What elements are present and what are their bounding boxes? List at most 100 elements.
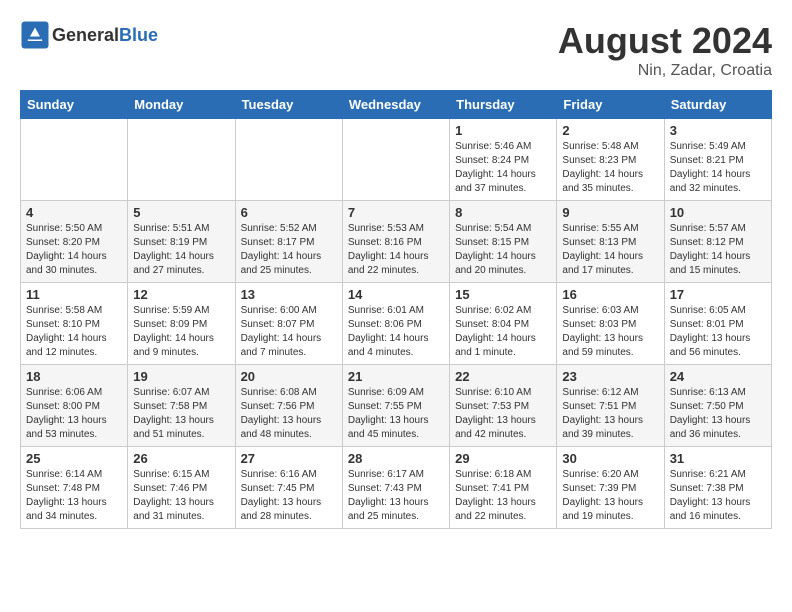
day-number: 14: [348, 287, 444, 302]
day-info: Sunrise: 5:50 AM Sunset: 8:20 PM Dayligh…: [26, 222, 122, 278]
logo-general: General: [52, 25, 119, 45]
calendar-cell: 18Sunrise: 6:06 AM Sunset: 8:00 PM Dayli…: [21, 365, 128, 447]
day-number: 2: [562, 123, 658, 138]
day-info: Sunrise: 5:58 AM Sunset: 8:10 PM Dayligh…: [26, 304, 122, 360]
calendar-cell: 11 Sunrise: 5:58 AM Sunset: 8:10 PM Dayli…: [21, 283, 128, 365]
day-info: Sunrise: 6:00 AM Sunset: 8:07 PM Dayligh…: [241, 304, 337, 360]
day-number: 4: [26, 205, 122, 220]
calendar-cell: 27Sunrise: 6:16 AM Sunset: 7:45 PM Dayli…: [235, 447, 342, 529]
calendar-cell: 8 Sunrise: 5:54 AM Sunset: 8:15 PM Daylig…: [450, 201, 557, 283]
day-info: Sunrise: 6:09 AM Sunset: 7:55 PM Dayligh…: [348, 386, 444, 442]
calendar-cell: 9 Sunrise: 5:55 AM Sunset: 8:13 PM Daylig…: [557, 201, 664, 283]
day-info: Sunrise: 6:12 AM Sunset: 7:51 PM Dayligh…: [562, 386, 658, 442]
day-number: 23: [562, 369, 658, 384]
calendar-cell: 24Sunrise: 6:13 AM Sunset: 7:50 PM Dayli…: [664, 365, 771, 447]
day-number: 13: [241, 287, 337, 302]
day-number: 31: [670, 451, 766, 466]
day-number: 8: [455, 205, 551, 220]
day-info: Sunrise: 5:55 AM Sunset: 8:13 PM Dayligh…: [562, 222, 658, 278]
day-number: 25: [26, 451, 122, 466]
day-number: 15: [455, 287, 551, 302]
calendar-cell: [128, 119, 235, 201]
day-number: 30: [562, 451, 658, 466]
calendar-cell: 21 Sunrise: 6:09 AM Sunset: 7:55 PM Dayli…: [342, 365, 449, 447]
day-info: Sunrise: 5:59 AM Sunset: 8:09 PM Dayligh…: [133, 304, 229, 360]
calendar-cell: [235, 119, 342, 201]
day-number: 3: [670, 123, 766, 138]
day-info: Sunrise: 6:03 AM Sunset: 8:03 PM Dayligh…: [562, 304, 658, 360]
calendar-week-2: 4 Sunrise: 5:50 AM Sunset: 8:20 PM Daylig…: [21, 201, 772, 283]
day-info: Sunrise: 5:57 AM Sunset: 8:12 PM Dayligh…: [670, 222, 766, 278]
day-info: Sunrise: 6:21 AM Sunset: 7:38 PM Dayligh…: [670, 468, 766, 524]
calendar-week-1: 1 Sunrise: 5:46 AM Sunset: 8:24 PM Daylig…: [21, 119, 772, 201]
day-number: 27: [241, 451, 337, 466]
day-number: 5: [133, 205, 229, 220]
day-number: 9: [562, 205, 658, 220]
title-section: August 2024 Nin, Zadar, Croatia: [558, 20, 772, 80]
day-info: Sunrise: 6:08 AM Sunset: 7:56 PM Dayligh…: [241, 386, 337, 442]
logo: GeneralBlue: [20, 20, 158, 50]
calendar-cell: 29Sunrise: 6:18 AM Sunset: 7:41 PM Dayli…: [450, 447, 557, 529]
calendar-cell: 31 Sunrise: 6:21 AM Sunset: 7:38 PM Dayli…: [664, 447, 771, 529]
day-info: Sunrise: 6:13 AM Sunset: 7:50 PM Dayligh…: [670, 386, 766, 442]
calendar-cell: 20 Sunrise: 6:08 AM Sunset: 7:56 PM Dayli…: [235, 365, 342, 447]
day-number: 12: [133, 287, 229, 302]
day-number: 1: [455, 123, 551, 138]
month-year-title: August 2024: [558, 20, 772, 62]
day-info: Sunrise: 6:14 AM Sunset: 7:48 PM Dayligh…: [26, 468, 122, 524]
day-info: Sunrise: 6:07 AM Sunset: 7:58 PM Dayligh…: [133, 386, 229, 442]
day-header-sunday: Sunday: [21, 91, 128, 119]
calendar-table: SundayMondayTuesdayWednesdayThursdayFrid…: [20, 90, 772, 529]
day-number: 16: [562, 287, 658, 302]
calendar-cell: 6Sunrise: 5:52 AM Sunset: 8:17 PM Daylig…: [235, 201, 342, 283]
day-header-monday: Monday: [128, 91, 235, 119]
day-number: 10: [670, 205, 766, 220]
calendar-cell: 10 Sunrise: 5:57 AM Sunset: 8:12 PM Dayli…: [664, 201, 771, 283]
calendar-week-4: 18Sunrise: 6:06 AM Sunset: 8:00 PM Dayli…: [21, 365, 772, 447]
day-info: Sunrise: 6:01 AM Sunset: 8:06 PM Dayligh…: [348, 304, 444, 360]
calendar-cell: [21, 119, 128, 201]
calendar-cell: 19 Sunrise: 6:07 AM Sunset: 7:58 PM Dayli…: [128, 365, 235, 447]
calendar-cell: 12 Sunrise: 5:59 AM Sunset: 8:09 PM Dayli…: [128, 283, 235, 365]
day-info: Sunrise: 6:17 AM Sunset: 7:43 PM Dayligh…: [348, 468, 444, 524]
calendar-cell: 13 Sunrise: 6:00 AM Sunset: 8:07 PM Dayli…: [235, 283, 342, 365]
calendar-cell: 14 Sunrise: 6:01 AM Sunset: 8:06 PM Dayli…: [342, 283, 449, 365]
logo-icon: [20, 20, 50, 50]
calendar-cell: 15Sunrise: 6:02 AM Sunset: 8:04 PM Dayli…: [450, 283, 557, 365]
day-number: 17: [670, 287, 766, 302]
calendar-cell: 22 Sunrise: 6:10 AM Sunset: 7:53 PM Dayli…: [450, 365, 557, 447]
day-info: Sunrise: 5:53 AM Sunset: 8:16 PM Dayligh…: [348, 222, 444, 278]
day-info: Sunrise: 5:54 AM Sunset: 8:15 PM Dayligh…: [455, 222, 551, 278]
day-info: Sunrise: 5:46 AM Sunset: 8:24 PM Dayligh…: [455, 140, 551, 196]
day-number: 28: [348, 451, 444, 466]
day-number: 21: [348, 369, 444, 384]
page-header: GeneralBlue August 2024 Nin, Zadar, Croa…: [20, 20, 772, 80]
day-info: Sunrise: 5:48 AM Sunset: 8:23 PM Dayligh…: [562, 140, 658, 196]
day-number: 19: [133, 369, 229, 384]
location-subtitle: Nin, Zadar, Croatia: [558, 62, 772, 80]
calendar-cell: 26Sunrise: 6:15 AM Sunset: 7:46 PM Dayli…: [128, 447, 235, 529]
day-info: Sunrise: 6:06 AM Sunset: 8:00 PM Dayligh…: [26, 386, 122, 442]
day-header-wednesday: Wednesday: [342, 91, 449, 119]
calendar-cell: 7 Sunrise: 5:53 AM Sunset: 8:16 PM Daylig…: [342, 201, 449, 283]
day-info: Sunrise: 5:51 AM Sunset: 8:19 PM Dayligh…: [133, 222, 229, 278]
day-number: 7: [348, 205, 444, 220]
calendar-cell: 16 Sunrise: 6:03 AM Sunset: 8:03 PM Dayli…: [557, 283, 664, 365]
calendar-cell: 1 Sunrise: 5:46 AM Sunset: 8:24 PM Daylig…: [450, 119, 557, 201]
day-info: Sunrise: 6:18 AM Sunset: 7:41 PM Dayligh…: [455, 468, 551, 524]
day-info: Sunrise: 6:20 AM Sunset: 7:39 PM Dayligh…: [562, 468, 658, 524]
day-number: 26: [133, 451, 229, 466]
calendar-cell: 2 Sunrise: 5:48 AM Sunset: 8:23 PM Daylig…: [557, 119, 664, 201]
calendar-week-5: 25 Sunrise: 6:14 AM Sunset: 7:48 PM Dayli…: [21, 447, 772, 529]
calendar-cell: 3Sunrise: 5:49 AM Sunset: 8:21 PM Daylig…: [664, 119, 771, 201]
calendar-week-3: 11 Sunrise: 5:58 AM Sunset: 8:10 PM Dayli…: [21, 283, 772, 365]
day-info: Sunrise: 6:10 AM Sunset: 7:53 PM Dayligh…: [455, 386, 551, 442]
calendar-cell: 23 Sunrise: 6:12 AM Sunset: 7:51 PM Dayli…: [557, 365, 664, 447]
day-header-friday: Friday: [557, 91, 664, 119]
day-number: 22: [455, 369, 551, 384]
day-header-thursday: Thursday: [450, 91, 557, 119]
calendar-cell: 5 Sunrise: 5:51 AM Sunset: 8:19 PM Daylig…: [128, 201, 235, 283]
day-number: 11: [26, 287, 122, 302]
day-number: 20: [241, 369, 337, 384]
day-info: Sunrise: 6:05 AM Sunset: 8:01 PM Dayligh…: [670, 304, 766, 360]
